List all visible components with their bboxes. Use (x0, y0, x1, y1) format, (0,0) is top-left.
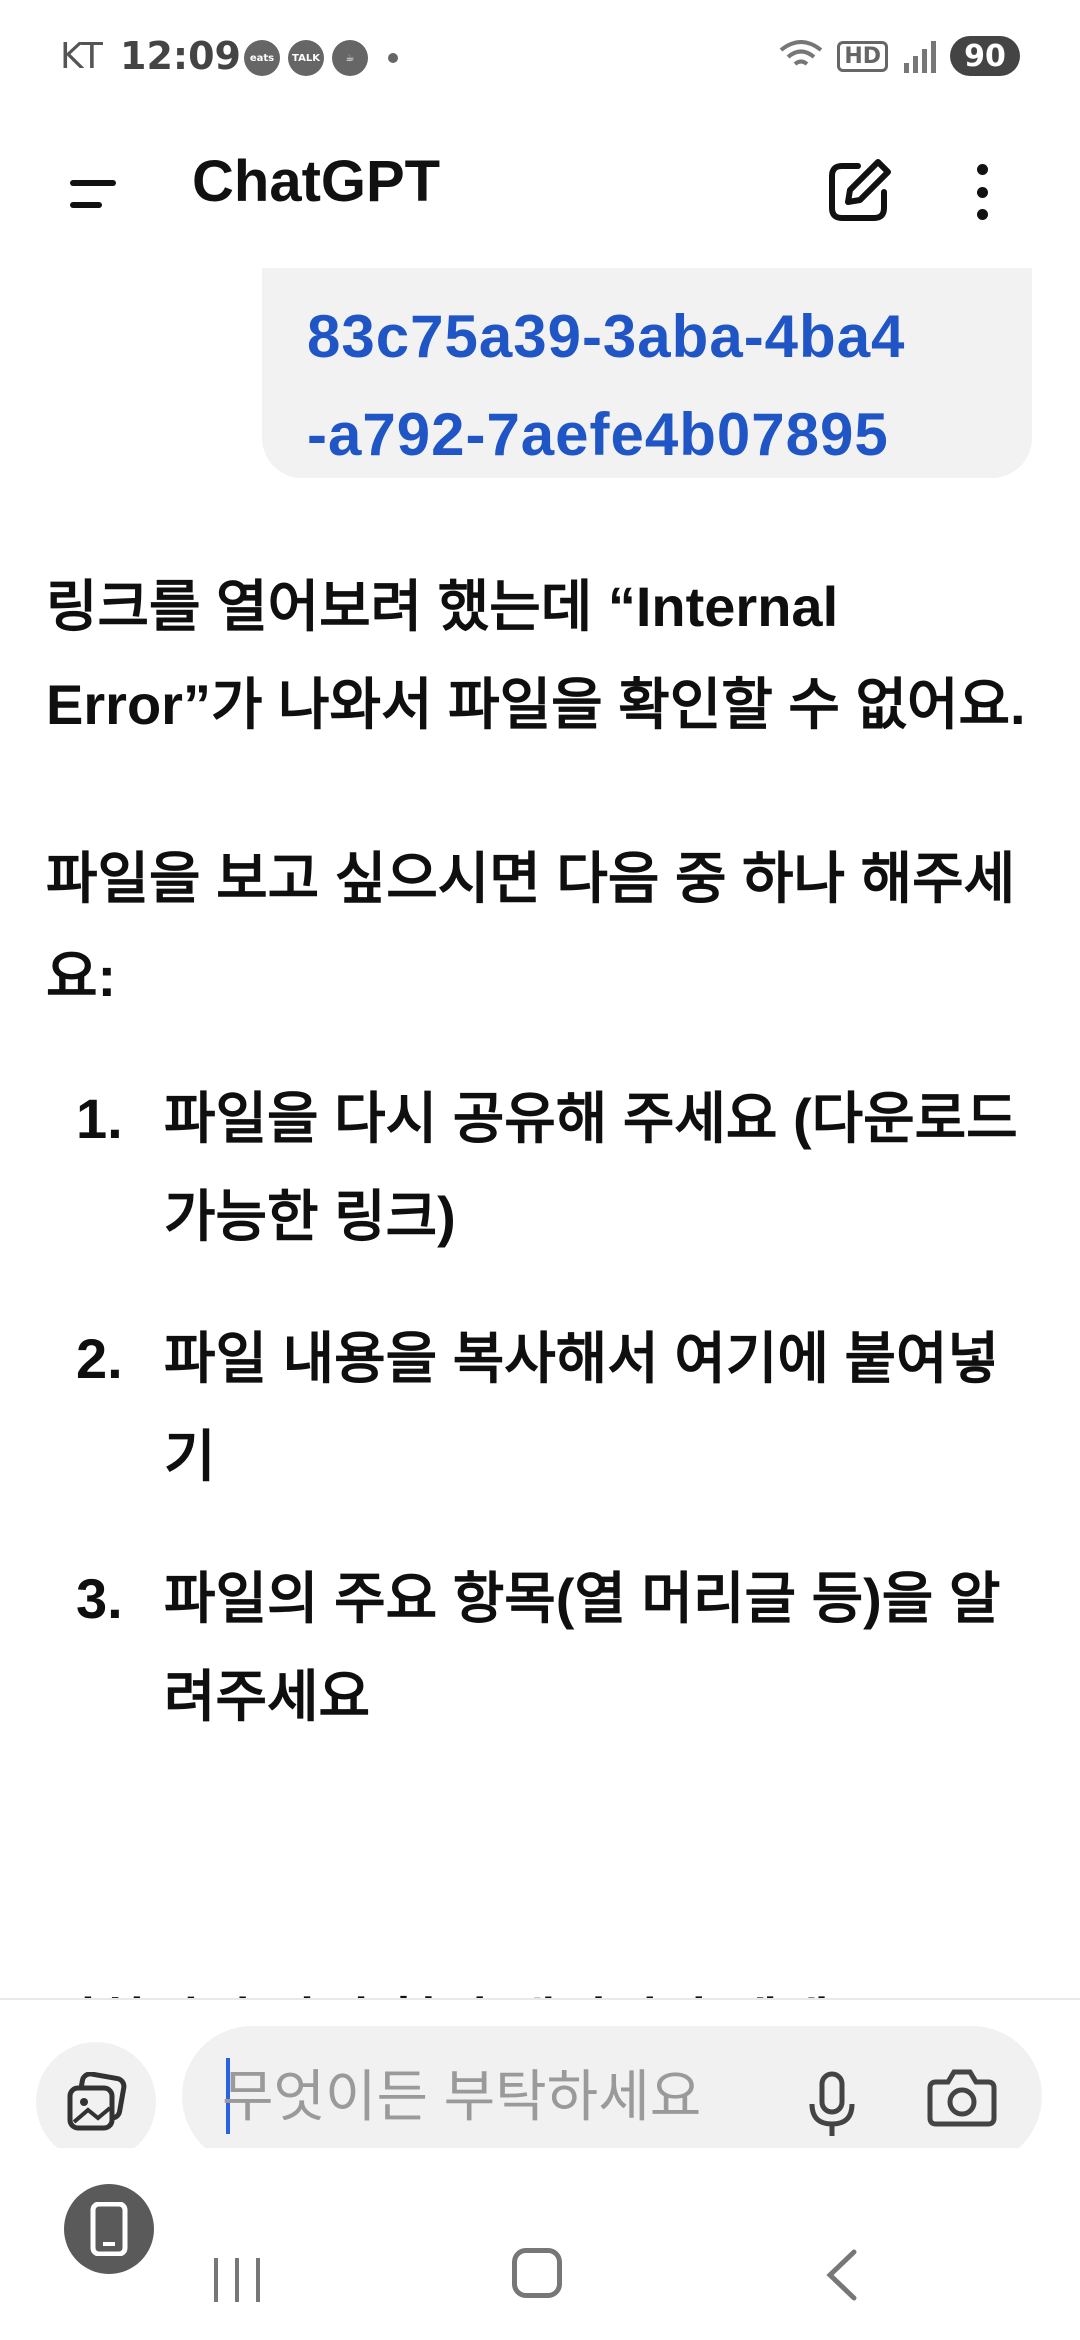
option-list: 1. 파일을 다시 공유해 주세요 (다운로드 가능한 링크) 2. 파일 내용… (46, 1070, 1036, 1746)
list-number: 1. (76, 1087, 123, 1150)
new-chat-button[interactable] (820, 154, 896, 230)
recent-bar-icon (235, 2258, 239, 2302)
list-number: 2. (76, 1327, 123, 1390)
menu-line-bottom (70, 202, 102, 208)
composer (0, 1998, 1080, 2166)
assistant-paragraph-2: 파일을 보고 싶으시면 다음 중 하나 해주세요: (46, 847, 1016, 1008)
carrier-label: KT (60, 36, 103, 77)
attach-image-button[interactable] (36, 2042, 156, 2162)
phone-icon (90, 2202, 128, 2256)
user-message-bubble: 83c75a39-3aba-4ba4 -a792-7aefe4b07895 (262, 268, 1032, 478)
edit-icon (829, 159, 891, 221)
sidebar-menu-button[interactable] (56, 158, 128, 230)
message-input-container (182, 2026, 1042, 2166)
list-item: 3. 파일의 주요 항목(열 머리글 등)을 알려주세요 (46, 1550, 1036, 1746)
recent-bar-icon (256, 2258, 260, 2302)
link-line-2: -a792-7aefe4b07895 (307, 401, 889, 468)
link-line-1: 83c75a39-3aba-4ba4 (307, 303, 906, 370)
status-bar: KT 12:09 eats TALK ☕ HD 90 (0, 0, 1080, 118)
voice-input-button[interactable] (802, 2066, 862, 2146)
recent-bar-icon (214, 2258, 218, 2302)
app-bar: ChatGPT (0, 118, 1080, 268)
hd-voice-icon: HD (837, 40, 888, 72)
assistant-paragraph-1: 링크를 열어보려 했는데 “Internal Error”가 나와서 파일을 확… (46, 575, 1026, 736)
more-options-button[interactable] (952, 154, 1012, 230)
notification-icons: eats TALK ☕ (244, 40, 398, 76)
assistant-partial-line: 원하시면 파일 형식 해석이나 예제 (46, 1976, 830, 1998)
microphone-icon (809, 2071, 855, 2136)
camera-button[interactable] (922, 2062, 1002, 2132)
clock: 12:09 (120, 34, 241, 78)
kakaotalk-icon: TALK (288, 40, 324, 76)
menu-line-top (70, 180, 116, 186)
assistant-message: 링크를 열어보려 했는데 “Internal Error”가 나와서 파일을 확… (46, 558, 1036, 1790)
home-button[interactable] (512, 2248, 562, 2298)
back-chevron-icon (826, 2249, 857, 2301)
list-number: 3. (76, 1567, 123, 1630)
chat-thread[interactable]: 83c75a39-3aba-4ba4 -a792-7aefe4b07895 링크… (0, 268, 1080, 1998)
user-message-link[interactable]: 83c75a39-3aba-4ba4 -a792-7aefe4b07895 (307, 288, 905, 484)
list-text: 파일 내용을 복사해서 여기에 붙여넣기 (164, 1327, 1000, 1488)
coupang-eats-icon: eats (244, 40, 280, 76)
recent-apps-button[interactable] (214, 2258, 260, 2302)
dot-icon (976, 209, 988, 220)
list-text: 파일의 주요 항목(열 머리글 등)을 알려주세요 (164, 1567, 1001, 1728)
wifi-icon (780, 40, 823, 66)
coffee-icon: ☕ (332, 40, 368, 76)
system-icons: HD 90 (779, 36, 1020, 76)
dot-icon (976, 186, 988, 198)
message-input[interactable] (220, 2060, 744, 2132)
gallery-icon (67, 2072, 127, 2131)
back-button[interactable] (822, 2248, 862, 2302)
app-title: ChatGPT (192, 149, 441, 214)
dot-icon (976, 164, 988, 175)
more-notifications-dot (388, 53, 398, 63)
battery-indicator: 90 (950, 36, 1020, 76)
system-navigation-bar (0, 2148, 1080, 2340)
list-text: 파일을 다시 공유해 주세요 (다운로드 가능한 링크) (164, 1087, 1018, 1248)
camera-icon (927, 2069, 997, 2127)
floating-phone-button[interactable] (64, 2184, 154, 2274)
signal-icon (904, 41, 936, 73)
list-item: 1. 파일을 다시 공유해 주세요 (다운로드 가능한 링크) (46, 1070, 1036, 1266)
list-item: 2. 파일 내용을 복사해서 여기에 붙여넣기 (46, 1310, 1036, 1506)
